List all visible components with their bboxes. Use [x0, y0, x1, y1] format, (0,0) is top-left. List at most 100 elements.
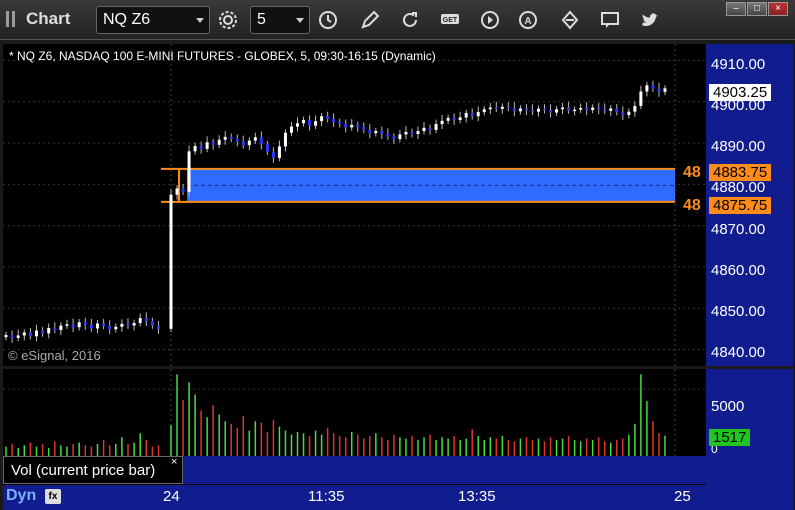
candle-body: [53, 328, 57, 331]
candle-body: [114, 326, 118, 330]
candle-body: [144, 318, 148, 322]
minimize-button[interactable]: –: [726, 2, 746, 16]
candle-body: [211, 142, 215, 145]
price-axis[interactable]: 4910.00 4900.00 4890.00 4880.00 4870.00 …: [706, 44, 793, 366]
candle-body: [344, 124, 348, 128]
twitter-icon[interactable]: [638, 8, 662, 32]
candle-body: [603, 109, 607, 111]
candle-body: [549, 110, 553, 113]
candle-body: [89, 324, 93, 329]
diamond-icon[interactable]: [558, 8, 582, 32]
candle-body: [223, 136, 227, 140]
price-tick: 4880.00: [711, 179, 766, 196]
grip-icon[interactable]: [6, 11, 20, 27]
candle-body: [16, 335, 20, 338]
candle-body: [217, 139, 221, 145]
clock-gear-icon[interactable]: [216, 8, 240, 32]
symbol-input[interactable]: NQ Z6: [96, 6, 210, 34]
zone-top-count: 48: [683, 164, 701, 181]
price-chart[interactable]: [3, 44, 706, 366]
price-tick: 4910.00: [711, 56, 766, 73]
time-label: 13:35: [458, 488, 496, 505]
close-icon[interactable]: ×: [171, 456, 177, 468]
candle-body: [482, 109, 486, 113]
candle-body: [150, 321, 154, 326]
candle-body: [452, 117, 456, 120]
title-bar: Chart NQ Z6 5 GET A – □ ×: [0, 0, 795, 40]
comment-icon[interactable]: [598, 8, 622, 32]
chevron-down-icon[interactable]: [196, 18, 204, 23]
candle-body: [77, 322, 81, 328]
time-label: 11:35: [308, 488, 345, 505]
candle-body: [265, 144, 269, 152]
candle-body: [639, 91, 643, 106]
candle-body: [464, 112, 468, 118]
copyright-text: © eSignal, 2016: [8, 348, 101, 363]
chevron-down-icon[interactable]: [296, 18, 304, 23]
candle-body: [356, 124, 360, 127]
refresh-icon[interactable]: [398, 8, 422, 32]
price-pane[interactable]: * NQ Z6, NASDAQ 100 E-MINI FUTURES - GLO…: [3, 44, 706, 366]
time-axis[interactable]: Dyn fx 24 11:35 13:35 25: [3, 485, 793, 510]
alert-icon[interactable]: A: [516, 8, 540, 32]
candle-body: [199, 145, 203, 149]
price-tick: 4870.00: [711, 221, 766, 238]
candle-body: [494, 107, 498, 110]
candle-body: [440, 120, 444, 125]
volume-axis[interactable]: 5000 0 1517: [706, 369, 793, 485]
candle-body: [579, 107, 583, 110]
volume-tick: 5000: [711, 398, 745, 415]
candle-body: [71, 324, 75, 328]
candle-body: [235, 138, 239, 142]
candle-body: [229, 136, 233, 139]
candle-body: [362, 126, 366, 130]
candle-body: [585, 107, 589, 111]
volume-pane[interactable]: Vol (current price bar) ×: [3, 369, 706, 485]
interval-input[interactable]: 5: [250, 6, 310, 34]
candle-body: [138, 318, 142, 324]
candle-body: [350, 124, 354, 128]
candle-body: [187, 151, 191, 192]
volume-study-label[interactable]: Vol (current price bar): [3, 456, 183, 484]
get-icon[interactable]: GET: [438, 8, 462, 32]
candle-body: [542, 108, 546, 111]
zone-bottom-price-flag: 4875.75: [709, 197, 772, 214]
candle-body: [392, 136, 396, 139]
close-button[interactable]: ×: [768, 2, 788, 16]
candle-body: [308, 119, 312, 126]
volume-study-strip: [183, 456, 706, 484]
formula-icon[interactable]: fx: [45, 489, 61, 504]
candle-body: [205, 142, 209, 149]
candle-body: [536, 108, 540, 112]
candle-body: [296, 123, 300, 127]
candle-body: [597, 107, 601, 110]
candle-body: [283, 132, 287, 147]
price-tick: 4890.00: [711, 138, 766, 155]
play-icon[interactable]: [478, 8, 502, 32]
last-price-flag: 4903.25: [709, 84, 772, 101]
maximize-button[interactable]: □: [747, 2, 767, 16]
candle-body: [169, 194, 173, 329]
clock-icon[interactable]: [316, 8, 340, 32]
pencil-icon[interactable]: [358, 8, 382, 32]
candle-body: [476, 112, 480, 117]
svg-text:GET: GET: [443, 17, 458, 24]
candle-body: [22, 332, 26, 336]
candle-body: [314, 121, 318, 126]
candle-body: [651, 85, 655, 89]
candle-body: [573, 109, 577, 112]
candle-body: [398, 134, 402, 139]
volume-chart[interactable]: [3, 369, 706, 456]
candle-body: [65, 324, 69, 326]
candle-body: [108, 325, 112, 330]
candle-body: [506, 106, 510, 109]
candle-body: [416, 131, 420, 134]
current-volume-flag: 1517: [709, 429, 751, 446]
candle-body: [657, 88, 661, 92]
candle-body: [645, 85, 649, 92]
candle-body: [28, 332, 32, 337]
candle-body: [663, 88, 667, 92]
candle-body: [561, 107, 565, 110]
candle-body: [518, 108, 522, 112]
dynamic-mode-label[interactable]: Dyn: [6, 487, 36, 505]
